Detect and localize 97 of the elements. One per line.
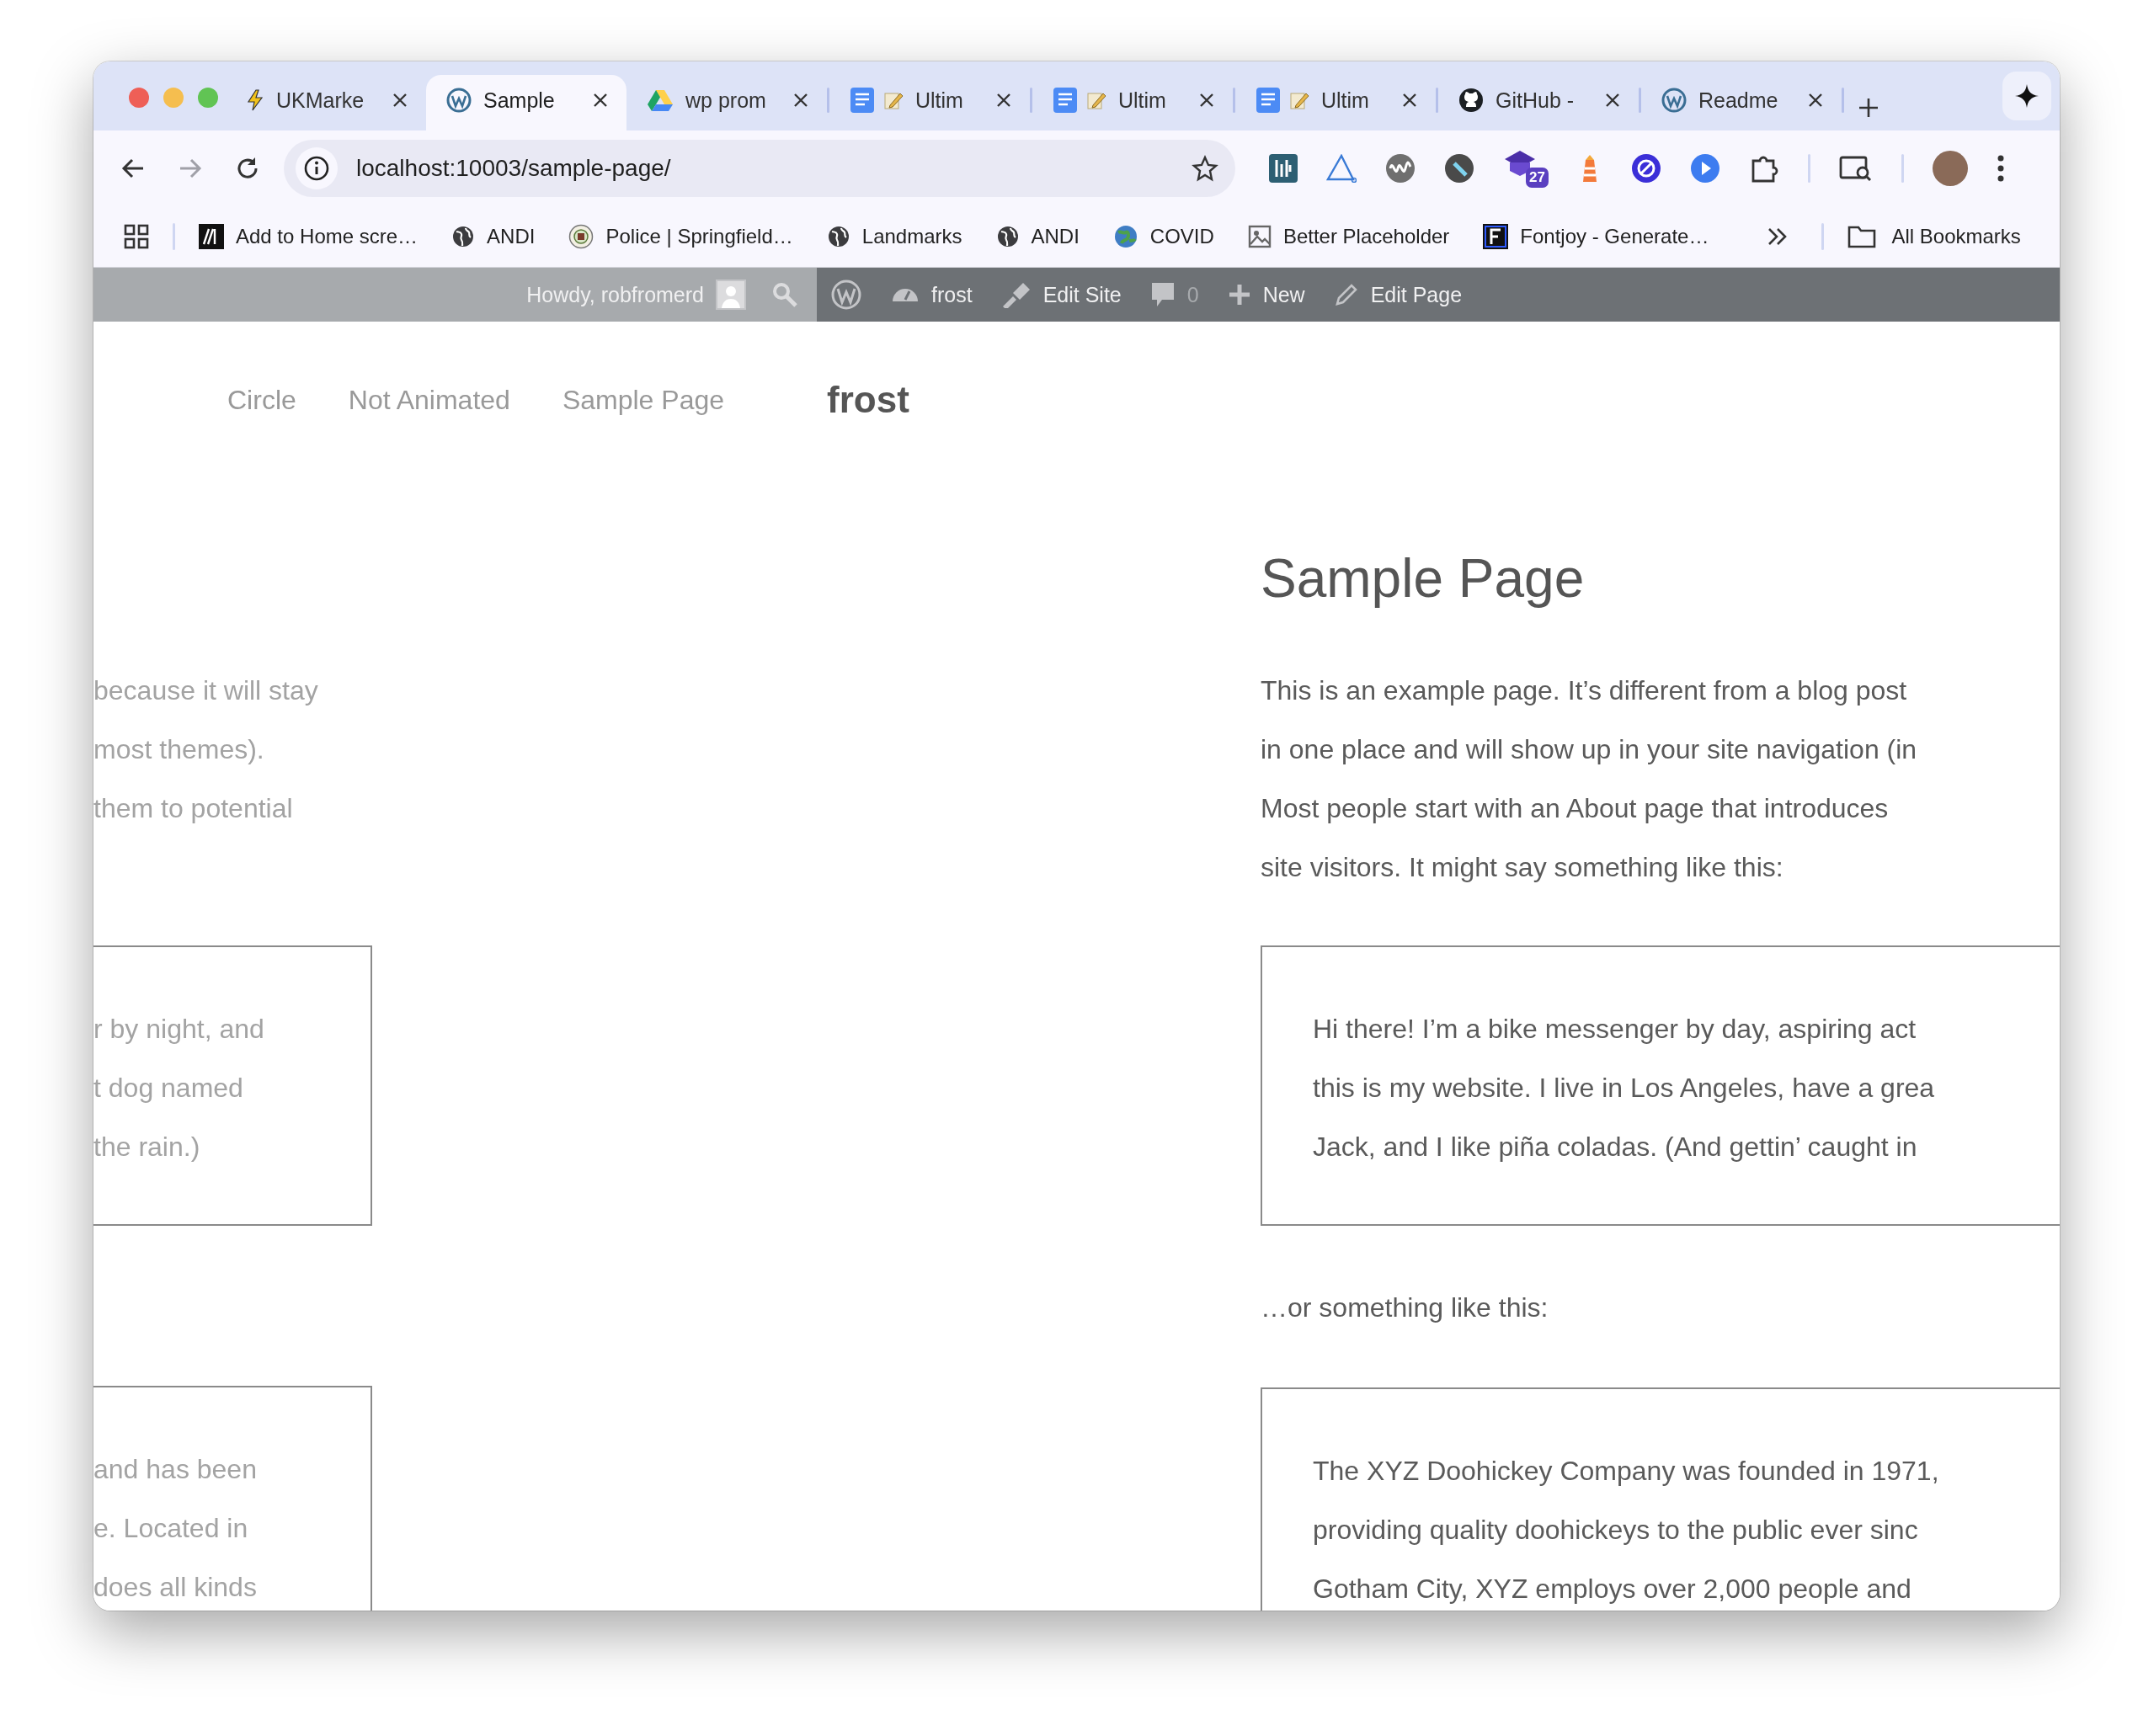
play-icon[interactable] [1690, 153, 1720, 184]
bookmark-link[interactable]: ANDI [451, 225, 536, 248]
text-line: and has been [93, 1453, 258, 1486]
bars-logo-icon[interactable] [1269, 154, 1298, 183]
more-menu-icon[interactable] [1997, 154, 2005, 183]
text-line: this is my website. I live in Los Angeles, have a grea [1313, 1072, 1936, 1105]
apps-grid-icon[interactable] [124, 224, 149, 249]
plus-icon [1227, 283, 1251, 306]
screen-search-icon[interactable] [1839, 154, 1873, 183]
bookmark-link[interactable]: ANDI [995, 225, 1080, 248]
text-line: site visitors. It might say something like this: [1261, 851, 1784, 884]
browser-tab[interactable]: UKMarke [226, 75, 426, 130]
admin-bar-link[interactable]: Edit Page [1333, 282, 1463, 307]
text-line: t dog named [93, 1072, 244, 1105]
close-icon[interactable] [996, 93, 1011, 108]
browser-tab[interactable]: Ultim [829, 75, 1030, 130]
all-bookmarks-link[interactable]: All Bookmarks [1847, 225, 2021, 248]
bookmark-link[interactable]: Police | Springfield… [568, 224, 793, 249]
comment-icon [1149, 281, 1176, 308]
text-line: e. Located in [93, 1512, 249, 1545]
wave-icon[interactable] [1385, 153, 1416, 184]
w-logo-icon [1661, 88, 1687, 113]
globe-icon [451, 225, 476, 248]
globe-icon [826, 225, 850, 248]
sparkle-icon [2015, 84, 2039, 108]
seal-icon [568, 224, 594, 249]
site-title[interactable]: frost [827, 379, 909, 421]
browser-tab[interactable]: Ultim [1235, 75, 1436, 130]
text-line: the rain.) [93, 1131, 201, 1164]
browser-tab[interactable]: GitHub - [1438, 75, 1639, 130]
close-icon[interactable] [392, 93, 408, 108]
text-line: does all kinds [93, 1571, 258, 1604]
text-line: them to potential [93, 792, 294, 825]
notepad-icon [883, 90, 904, 110]
new-tab-icon[interactable] [1858, 97, 1879, 119]
bookmark-link[interactable]: COVID [1112, 224, 1214, 249]
more-bookmarks-icon[interactable] [1767, 227, 1789, 246]
bookmark-link[interactable]: Fontjoy - Generate… [1483, 224, 1709, 249]
gauge-icon [891, 287, 920, 302]
text-line: Most people start with an About page that introduces [1261, 792, 1890, 825]
close-icon[interactable] [1808, 93, 1823, 108]
wrench-icon[interactable] [1444, 153, 1474, 184]
user-avatar-icon [716, 280, 746, 310]
text-line: The XYZ Doohickey Company was founded in 1971, [1313, 1455, 1940, 1488]
text-line: because it will stay [93, 674, 319, 707]
text-line: r by night, and [93, 1013, 265, 1046]
extension-with-badge[interactable]: 27 [1503, 149, 1549, 188]
triangle-logo-icon[interactable] [1326, 154, 1357, 183]
text-line: providing quality doohickeys to the public ever sinc [1313, 1514, 1919, 1547]
text-line: Hi there! I’m a bike messenger by day, aspiring act [1313, 1013, 1917, 1046]
sparkle-button[interactable] [2002, 72, 2051, 120]
browser-tab[interactable]: wp prom [626, 75, 827, 130]
pencil-icon [1333, 282, 1359, 307]
text-line: most themes). [93, 733, 265, 766]
image-icon [1247, 225, 1272, 248]
close-icon[interactable] [593, 93, 608, 108]
text-line: This is an example page. It’s different from a blog post [1261, 674, 1908, 707]
bookmark-star-icon[interactable] [1192, 155, 1218, 182]
bookmark-link[interactable]: Better Placeholder [1247, 225, 1450, 248]
page-title: Sample Page [1261, 547, 1586, 610]
document-icon [1256, 87, 1281, 114]
profile-avatar[interactable] [1933, 151, 1968, 186]
slash-logo-icon [199, 224, 224, 249]
close-window-button[interactable] [129, 88, 149, 108]
text-line: …or something like this: [1261, 1291, 1549, 1324]
text-line: in one place and will show up in your site navigation (in [1261, 733, 1918, 766]
close-icon[interactable] [1199, 93, 1214, 108]
browser-tab[interactable]: Sample [426, 75, 626, 130]
w-logo-icon[interactable] [830, 279, 862, 311]
close-icon[interactable] [1402, 93, 1417, 108]
f-logo-icon [1483, 224, 1509, 249]
admin-bar-link[interactable]: New [1227, 282, 1305, 307]
document-icon [850, 87, 875, 114]
admin-bar-link[interactable]: frost [891, 282, 973, 307]
triangle-icon [647, 88, 674, 112]
bookmark-link[interactable]: Add to Home scre… [199, 224, 419, 249]
close-icon[interactable] [1605, 93, 1620, 108]
notepad-icon [1086, 90, 1106, 110]
earth-icon [1112, 224, 1138, 249]
admin-bar-link[interactable]: Edit Site [1000, 281, 1122, 308]
info-icon [303, 155, 330, 182]
address-bar[interactable]: localhost:10003/sample-page/ [284, 140, 1235, 197]
folder-icon [1847, 225, 1877, 248]
notepad-icon [1289, 90, 1309, 110]
bookmark-link[interactable]: Landmarks [826, 225, 962, 248]
lightning-icon [246, 89, 264, 111]
cat-logo-icon [1458, 88, 1484, 113]
w-logo-icon [446, 88, 472, 113]
browser-tab[interactable]: Readme [1641, 75, 1842, 130]
document-icon [1053, 87, 1078, 114]
close-icon[interactable] [793, 93, 808, 108]
badge-count: 27 [1526, 168, 1549, 188]
globe-icon [995, 225, 1020, 248]
text-line: Jack, and I like piña coladas. (And gettin’ caught in [1313, 1131, 1918, 1164]
slash-circle-icon[interactable] [1631, 153, 1661, 184]
text-line: Gotham City, XYZ employs over 2,000 people and [1313, 1573, 1912, 1606]
browser-tab[interactable]: Ultim [1032, 75, 1233, 130]
